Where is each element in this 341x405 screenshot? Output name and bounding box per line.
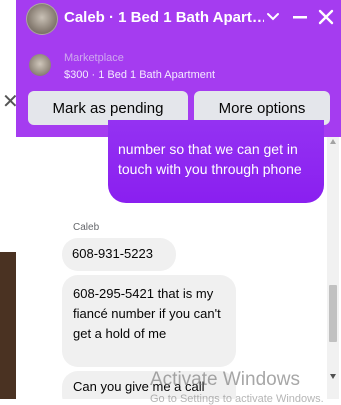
incoming-message: 608-931-5223 xyxy=(62,238,176,271)
listing-thumbnail[interactable] xyxy=(29,54,51,76)
contact-avatar[interactable] xyxy=(26,3,58,35)
sender-name: Caleb xyxy=(73,222,100,233)
scrollbar-thumb[interactable] xyxy=(329,285,337,342)
scrollbar[interactable] xyxy=(327,137,339,399)
background-image-strip xyxy=(0,252,16,399)
chat-header: Caleb · 1 Bed 1 Bath Apart… Marketplace … xyxy=(16,0,341,137)
listing-subtitle[interactable]: $300 · 1 Bed 1 Bath Apartment xyxy=(64,69,215,81)
chevron-down-icon[interactable] xyxy=(266,10,280,24)
scroll-up-arrow-icon[interactable] xyxy=(330,139,336,144)
outgoing-message: number so that we can get in touch with … xyxy=(108,120,324,203)
minimize-icon[interactable] xyxy=(292,8,308,26)
incoming-message: 608-295-5421 that is my fiancé number if… xyxy=(62,275,236,367)
scroll-down-arrow-icon[interactable] xyxy=(330,374,336,379)
listing-source-label: Marketplace xyxy=(64,52,124,64)
close-icon[interactable] xyxy=(317,8,335,26)
activate-windows-subtitle: Go to Settings to activate Windows. xyxy=(150,393,324,405)
activate-windows-watermark: Activate Windows xyxy=(150,369,300,390)
chat-title[interactable]: Caleb · 1 Bed 1 Bath Apart… xyxy=(64,9,264,26)
messenger-chat-window: Caleb · 1 Bed 1 Bath Apart… Marketplace … xyxy=(16,0,341,399)
